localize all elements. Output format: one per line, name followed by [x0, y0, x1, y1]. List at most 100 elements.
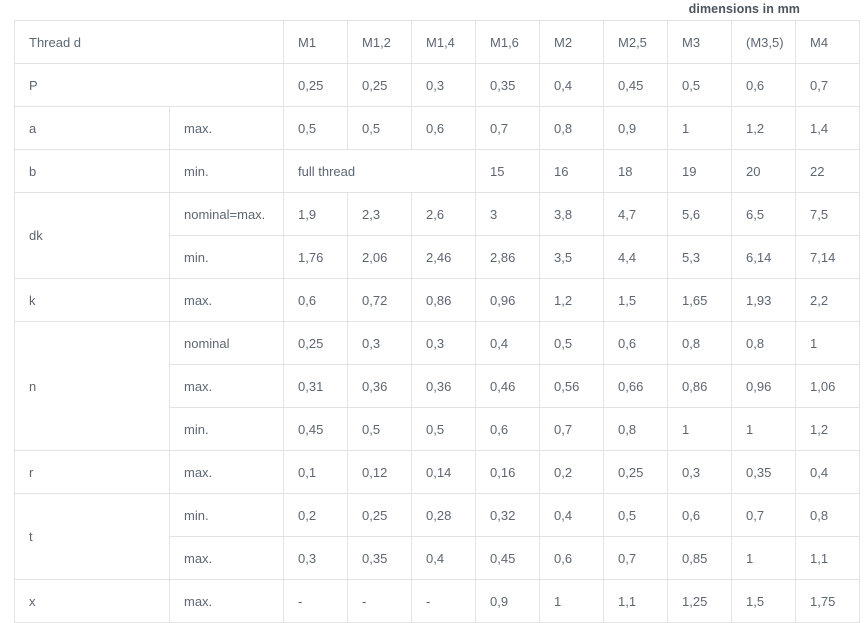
value-cell: 1	[667, 106, 733, 150]
row-label: r	[14, 450, 170, 494]
row-qualifier: max.	[168, 278, 285, 322]
row-label: t	[14, 493, 170, 580]
table-row: dk nominal=max. 1,9 2,3 2,6 3 3,8 4,7 5,6 6,5 7,5	[14, 192, 861, 279]
value-cell: -	[347, 579, 413, 623]
value-cell: 0,3	[411, 63, 477, 107]
value-cell: 0,9	[475, 579, 541, 623]
value-cell: 2,6	[411, 192, 477, 236]
value-cell: 0,3	[347, 321, 413, 365]
value-cell: 0,3	[283, 536, 349, 580]
value-cell: 0,45	[603, 63, 669, 107]
row-label: n	[14, 321, 170, 451]
value-cell: 0,46	[475, 364, 541, 408]
value-cell: 0,6	[667, 493, 733, 537]
value-cell: 0,5	[347, 106, 413, 150]
table-row: P 0,25 0,25 0,3 0,35 0,4 0,45 0,5 0,6 0,7	[13, 63, 861, 107]
row-qualifier: min.	[168, 493, 285, 537]
value-cell: 1,2	[539, 278, 605, 322]
value-cell: 0,6	[475, 407, 541, 451]
value-cell: 0,7	[475, 106, 541, 150]
value-cell: 7,14	[795, 235, 861, 279]
value-cell: 0,14	[411, 450, 477, 494]
value-cell: 0,7	[539, 407, 605, 451]
value-cell: 0,35	[475, 63, 541, 107]
value-cell: 0,2	[539, 450, 605, 494]
value-cell: 0,8	[603, 407, 669, 451]
row-qualifier: nominal=max.	[168, 192, 285, 236]
value-cell: 0,1	[283, 450, 349, 494]
value-cell: 3,8	[539, 192, 605, 236]
value-cell: 0,4	[795, 450, 861, 494]
merged-value-cell: full thread	[283, 149, 477, 193]
value-cell: 0,8	[539, 106, 605, 150]
value-cell: 0,3	[411, 321, 477, 365]
table-row: a max. 0,5 0,5 0,6 0,7 0,8 0,9 1 1,2 1,4	[14, 106, 861, 150]
row-label: k	[14, 278, 170, 322]
column-header-5: M2,5	[603, 20, 669, 64]
column-header-3: M1,6	[475, 20, 541, 64]
value-cell: 0,32	[475, 493, 541, 537]
value-cell: 0,8	[667, 321, 733, 365]
value-cell: 0,6	[411, 106, 477, 150]
value-cell: 2,2	[795, 278, 861, 322]
column-header-0: M1	[283, 20, 349, 64]
value-cell: 0,45	[475, 536, 541, 580]
row-qualifier: max.	[168, 450, 285, 494]
value-cell: 2,46	[411, 235, 477, 279]
value-cell: 7,5	[795, 192, 861, 236]
value-cell: 0,96	[475, 278, 541, 322]
value-cell: 3,5	[539, 235, 605, 279]
value-cell: 22	[795, 149, 861, 193]
value-cell: 0,36	[411, 364, 477, 408]
row-label: x	[14, 579, 170, 623]
header-label-thread-d: Thread d	[13, 20, 285, 64]
value-cell: 0,45	[283, 407, 349, 451]
value-cell: 1	[795, 321, 861, 365]
row-label: b	[14, 149, 170, 193]
value-cell: 0,5	[667, 63, 733, 107]
table-row: b min. full thread 15 16 18 19 20 22	[14, 149, 861, 193]
value-cell: 5,6	[667, 192, 733, 236]
value-cell: 0,86	[411, 278, 477, 322]
column-header-1: M1,2	[347, 20, 413, 64]
table-row: n nominal 0,25 0,3 0,3 0,4 0,5 0,6 0,8 0,8 1	[14, 321, 861, 451]
value-cell: -	[411, 579, 477, 623]
value-cell: 0,28	[411, 493, 477, 537]
value-cell: 2,06	[347, 235, 413, 279]
value-cell: 0,4	[539, 63, 605, 107]
value-cell: 0,25	[347, 63, 413, 107]
value-cell: 0,96	[731, 364, 797, 408]
value-cell: 0,36	[347, 364, 413, 408]
value-cell: 20	[731, 149, 797, 193]
value-cell: 1,1	[603, 579, 669, 623]
table-row: r max. 0,1 0,12 0,14 0,16 0,2 0,25 0,3 0,35 0,4	[14, 450, 861, 494]
value-cell: 0,25	[347, 493, 413, 537]
row-qualifier: max.	[168, 364, 285, 408]
value-cell: 6,14	[731, 235, 797, 279]
value-cell: -	[283, 579, 349, 623]
column-header-8: M4	[795, 20, 861, 64]
value-cell: 1,9	[283, 192, 349, 236]
row-label: dk	[14, 192, 170, 279]
column-header-6: M3	[667, 20, 733, 64]
row-qualifier: min.	[168, 149, 285, 193]
value-cell: 3	[475, 192, 541, 236]
value-cell: 1,93	[731, 278, 797, 322]
row-qualifier: nominal	[168, 321, 285, 365]
column-header-7: (M3,5)	[731, 20, 797, 64]
spec-table-page: dimensions in mm Thread d M1 M1,2 M1,4 M1,6 M…	[0, 0, 864, 623]
row-label: a	[14, 106, 170, 150]
thread-dimensions-table: Thread d M1 M1,2 M1,4 M1,6 M2 M2,5 M3 (M3,5) M4 P 0…	[13, 20, 861, 623]
column-header-4: M2	[539, 20, 605, 64]
value-cell: 0,3	[667, 450, 733, 494]
value-cell: 0,25	[283, 321, 349, 365]
value-cell: 2,3	[347, 192, 413, 236]
value-cell: 4,4	[603, 235, 669, 279]
value-cell: 16	[539, 149, 605, 193]
value-cell: 1,75	[795, 579, 861, 623]
value-cell: 0,4	[411, 536, 477, 580]
value-cell: 0,7	[795, 63, 861, 107]
value-cell: 15	[475, 149, 541, 193]
value-cell: 1,2	[731, 106, 797, 150]
value-cell: 0,4	[539, 493, 605, 537]
